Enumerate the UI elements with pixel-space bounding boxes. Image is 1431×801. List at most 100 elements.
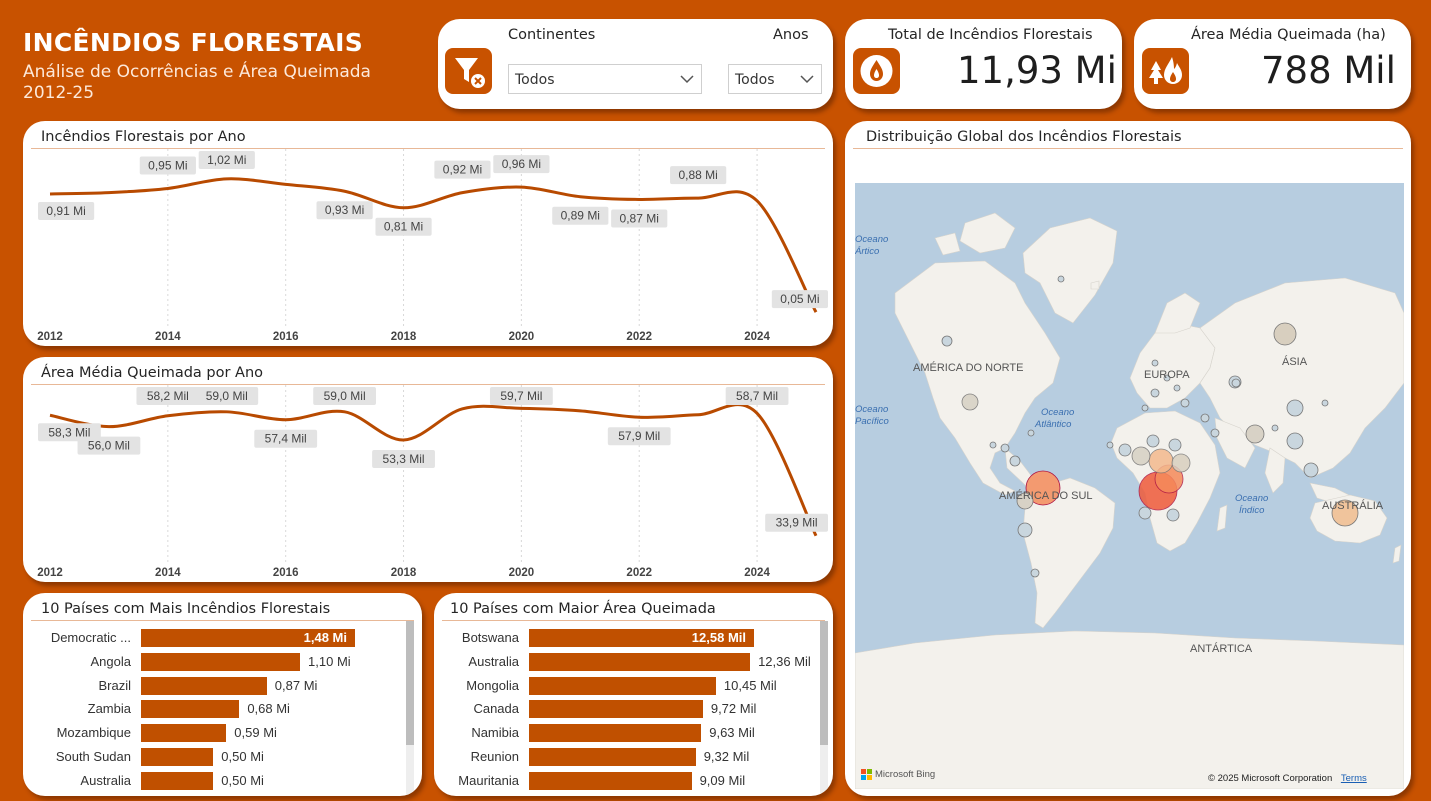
data-label: 0,96 Mi [502,157,541,171]
years-dropdown[interactable]: Todos [728,64,822,94]
area-data-point[interactable] [166,414,170,418]
bar[interactable] [141,724,227,743]
bar[interactable] [529,724,702,743]
x-tick-label: 2024 [744,331,770,343]
area-data-point[interactable] [107,425,111,429]
bar-row[interactable]: Mauritania 9,09 Mil [434,771,814,791]
fires-data-point[interactable] [48,192,52,196]
data-label: 1,02 Mi [207,153,246,167]
x-tick-label: 2018 [391,331,417,343]
bar[interactable] [529,700,703,719]
bar-value-label: 0,59 Mi [234,725,277,741]
bar-category-label: Canada [473,701,519,717]
microsoft-logo-icon [861,769,872,780]
bar-row[interactable]: Mozambique 0,59 Mi [23,723,403,743]
data-label: 0,91 Mi [46,204,85,218]
area-data-point[interactable] [343,410,347,414]
fires-data-point[interactable] [284,182,288,186]
bar-row[interactable]: Botswana 12,58 Mil [434,628,814,648]
data-label: 57,4 Mil [265,432,307,446]
fires-data-point[interactable] [696,196,700,200]
bar[interactable] [141,700,240,719]
bar-row[interactable]: Angola 1,10 Mi [23,652,403,672]
label-europe: EUROPA [1144,369,1190,381]
bar[interactable] [141,652,301,671]
bar[interactable] [141,748,214,766]
top-area-scrollbar[interactable] [820,621,828,796]
world-map[interactable]: AMÉRICA DO NORTE AMÉRICA DO SUL EUROPA Á… [855,183,1404,789]
x-tick-label: 2020 [509,567,535,579]
kpi-area-card: Área Média Queimada (ha) 788 Mil [1134,19,1411,109]
bar-row[interactable]: Democratic ... 1,48 Mi [23,628,403,648]
area-data-point[interactable] [637,415,641,419]
area-data-point[interactable] [755,411,759,415]
fires-by-year-chart[interactable]: 2012 2014 2016 2018 2020 2022 2024 0,91 Mi 0,95 … [23,121,833,346]
bar-row[interactable]: Reunion 9,32 Mil [434,747,814,767]
title-divider [853,148,1403,149]
x-tick-label: 2012 [37,567,63,579]
bar-category-label: Brazil [98,677,131,693]
area-data-point[interactable] [225,410,229,414]
continents-dropdown[interactable]: Todos [508,64,702,94]
label-pacific-ocean: Oceano [855,404,888,415]
data-label: 0,95 Mi [148,158,187,172]
area-data-point[interactable] [814,534,818,538]
label-south-america: AMÉRICA DO SUL [999,489,1093,502]
bar[interactable] [529,771,692,790]
fires-data-point[interactable] [755,199,759,203]
series-line [49,177,818,313]
x-tick-label: 2018 [391,567,417,579]
scroll-thumb[interactable] [820,621,828,745]
bar-row[interactable]: Mongolia 10,45 Mil [434,676,814,696]
bar-row[interactable]: South Sudan 0,50 Mi [23,747,403,767]
fires-data-point[interactable] [166,186,170,190]
bar-row[interactable]: Brazil 0,87 Mi [23,676,403,696]
area-data-point[interactable] [519,406,523,410]
fires-data-point[interactable] [343,189,347,193]
bar-category-label: Mauritania [458,772,519,788]
bar[interactable] [529,748,696,766]
bar-category-label: South Sudan [55,749,131,764]
fires-data-point[interactable] [225,177,229,181]
fires-data-point[interactable] [637,197,641,201]
title-divider [442,620,825,621]
area-data-point[interactable] [460,407,464,411]
chevron-down-icon [800,75,814,84]
bar-category-label: Zambia [87,701,131,717]
fires-data-point[interactable] [814,310,818,314]
bar[interactable] [529,652,751,671]
area-data-point[interactable] [696,413,700,417]
top-fires-scrollbar[interactable] [406,621,414,796]
fires-data-point[interactable] [107,191,111,195]
fires-data-point[interactable] [460,191,464,195]
terms-link[interactable]: Terms [1341,773,1367,784]
data-label: 59,0 Mil [324,389,366,403]
bar-row[interactable]: Australia 12,36 Mil [434,652,814,672]
bar-row[interactable]: Canada 9,72 Mil [434,699,814,719]
bar-value-label: 1,10 Mi [308,653,351,669]
area-data-point[interactable] [48,413,52,417]
bar[interactable] [529,676,716,695]
area-data-point[interactable] [578,409,582,413]
scroll-thumb[interactable] [406,621,414,745]
bar-category-label: Botswana [461,630,519,645]
bar[interactable] [141,676,267,695]
clear-filter-icon[interactable] [445,48,492,94]
area-by-year-chart[interactable]: 2012 2014 2016 2018 2020 2022 202458,3 Mil56,0… [23,357,833,582]
bar-row[interactable]: Zambia 0,68 Mi [23,699,403,719]
area-data-point[interactable] [284,418,288,422]
x-tick-label: 2016 [273,331,299,343]
data-label: 57,9 Mil [618,429,660,443]
bar-row[interactable]: Namibia 9,63 Mil [434,723,814,743]
kpi-total-value: 11,93 Mi [957,49,1117,92]
bar-row[interactable]: Australia 0,50 Mi [23,771,403,791]
data-label: 58,7 Mil [736,389,778,403]
fires-data-point[interactable] [519,185,523,189]
label-asia: ÁSIA [1282,355,1308,368]
bar[interactable] [141,771,214,790]
fires-data-point[interactable] [578,195,582,199]
label-indian-ocean-2: Índico [1239,505,1264,516]
x-tick-label: 2012 [37,331,63,343]
fires-data-point[interactable] [402,206,406,210]
area-data-point[interactable] [402,438,406,442]
